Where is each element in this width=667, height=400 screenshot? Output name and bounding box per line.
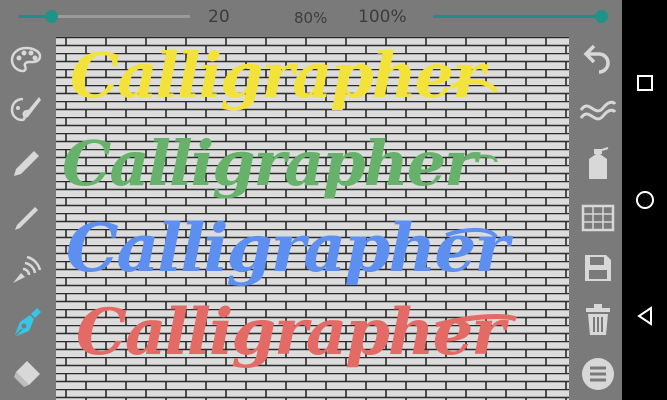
left-toolbar: [0, 36, 55, 400]
menu-icon[interactable]: [578, 356, 618, 392]
system-navigation-bar: [622, 0, 667, 400]
opacity-value[interactable]: 80%: [294, 9, 327, 27]
back-button[interactable]: [622, 296, 667, 336]
brush-size-value: 20: [208, 7, 230, 27]
pencil-icon[interactable]: [6, 146, 46, 182]
home-button[interactable]: [622, 180, 667, 220]
top-toolbar: 20 80% 100%: [0, 0, 622, 36]
zoom-value: 100%: [358, 7, 407, 27]
brush-palette-icon[interactable]: [6, 92, 46, 128]
calligraphy-stroke: Calligrapher: [66, 209, 509, 287]
palette-icon[interactable]: [6, 42, 46, 78]
bottle-icon[interactable]: [578, 146, 618, 182]
recent-apps-button[interactable]: [622, 63, 667, 103]
grid-icon[interactable]: [578, 200, 618, 236]
brush-size-slider[interactable]: [18, 10, 190, 23]
stroke-style-icon[interactable]: [578, 94, 618, 130]
undo-icon[interactable]: [578, 40, 618, 76]
trash-icon[interactable]: [578, 302, 618, 338]
brush-size-thumb[interactable]: [45, 10, 58, 23]
zoom-slider[interactable]: [433, 10, 608, 23]
pen-icon[interactable]: [6, 201, 46, 237]
spray-icon[interactable]: [6, 252, 46, 288]
right-toolbar: [570, 36, 622, 400]
eraser-icon[interactable]: [6, 356, 46, 392]
save-icon[interactable]: [578, 250, 618, 286]
fountain-pen-icon[interactable]: [6, 304, 46, 340]
calligraphy-stroke: Calligrapher: [76, 295, 505, 370]
calligraphy-stroke: Calligrapher: [62, 127, 477, 200]
drawing-canvas[interactable]: Calligrapher Calligrapher Calligrapher C…: [56, 37, 569, 400]
zoom-thumb[interactable]: [595, 10, 608, 23]
